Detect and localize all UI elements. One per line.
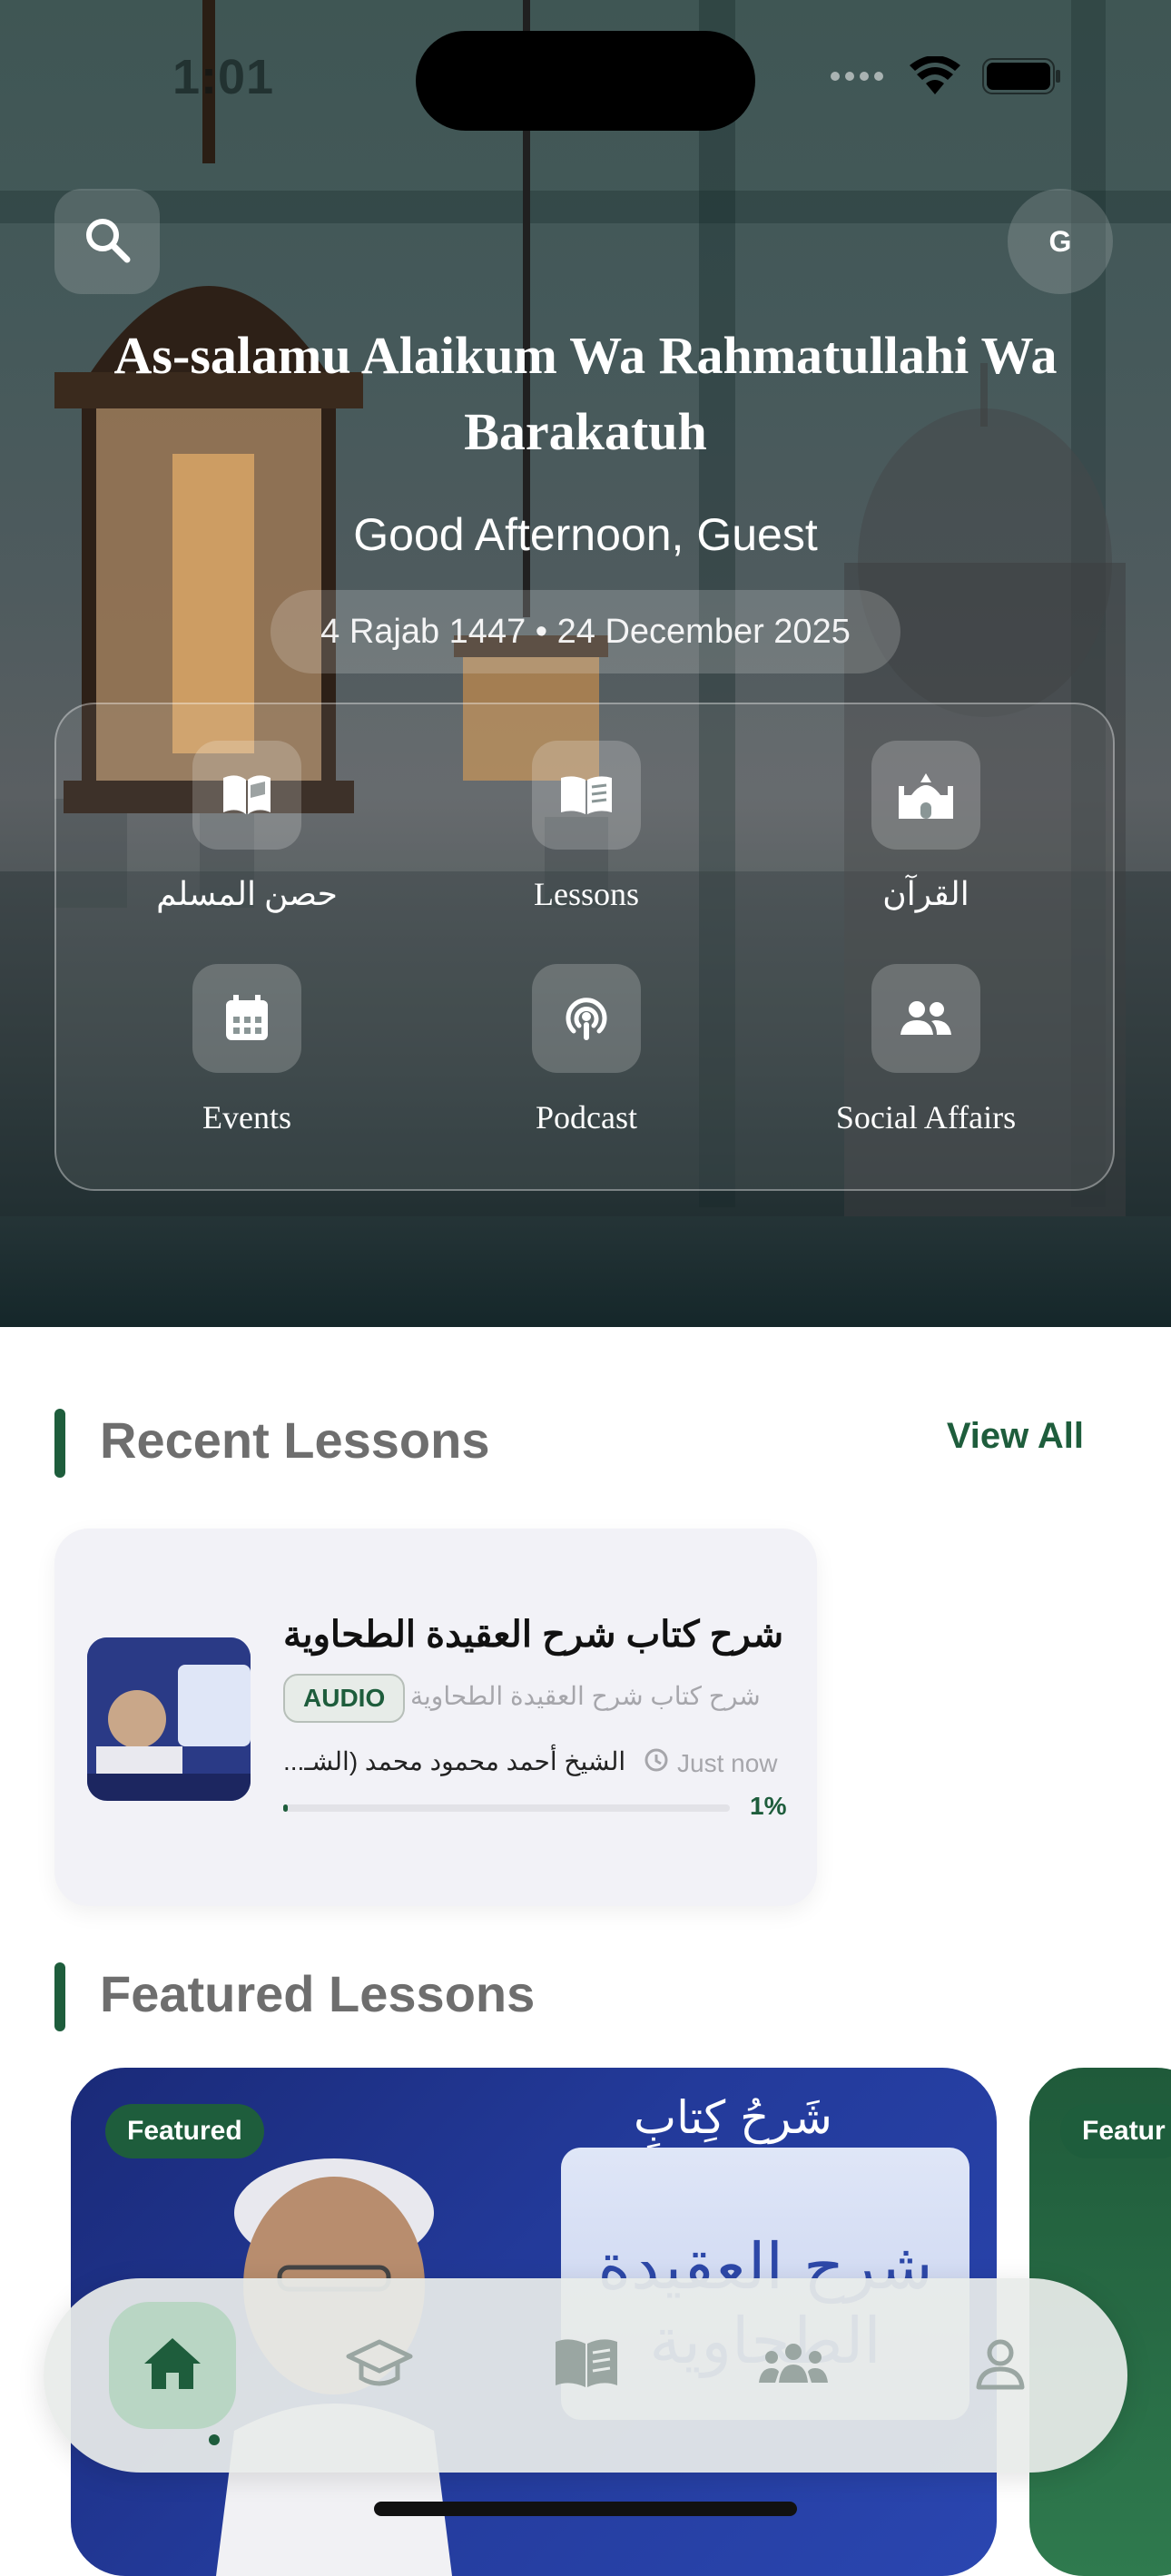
home-icon [141, 2335, 204, 2397]
quick-action-podcast[interactable]: Podcast [414, 964, 759, 1136]
section-accent-bar [54, 1962, 65, 2031]
avatar-button[interactable]: G [1008, 189, 1113, 294]
lesson-title: شرح كتاب شرح العقيدة الطحاوية [283, 1615, 784, 1655]
quick-action-label: القرآن [882, 876, 969, 912]
status-icons [830, 55, 1062, 101]
lesson-progress-fill [283, 1804, 288, 1812]
mosque-icon [871, 741, 980, 850]
audio-badge: AUDIO [283, 1674, 406, 1723]
search-icon [84, 216, 131, 268]
lesson-author: الشيخ أحمد محمود محمد (الشـ... [283, 1747, 626, 1775]
time-greeting: Good Afternoon, Guest [353, 509, 818, 560]
tab-profile[interactable] [937, 2302, 1064, 2429]
quick-action-label: Events [202, 1099, 291, 1136]
recent-lessons-title: Recent Lessons [100, 1411, 490, 1469]
section-accent-bar [54, 1409, 65, 1478]
tab-courses[interactable] [316, 2302, 443, 2429]
quick-action-quran[interactable]: القرآن [753, 741, 1098, 913]
quick-action-hisn-al-muslim[interactable]: حصن المسلم [74, 741, 419, 913]
profile-icon [973, 2336, 1028, 2395]
graduation-cap-icon [345, 2336, 414, 2395]
quick-action-label: Lessons [534, 876, 639, 912]
quick-action-social-affairs[interactable]: Social Affairs [753, 964, 1098, 1136]
search-button[interactable] [54, 189, 160, 294]
recent-lesson-card[interactable]: شرح كتاب شرح العقيدة الطحاوية AUDIO شرح … [54, 1529, 817, 1906]
featured-lessons-title: Featured Lessons [100, 1965, 536, 2022]
calendar-icon [192, 964, 301, 1073]
bottom-tab-bar [44, 2278, 1127, 2473]
featured-card-heading: شَرحُ كِتابِ [634, 2091, 832, 2144]
people-icon [871, 964, 980, 1073]
lesson-thumbnail [87, 1637, 251, 1801]
dynamic-island [416, 31, 755, 131]
book-icon [552, 2336, 621, 2395]
lesson-progress-bar [283, 1804, 730, 1812]
quick-action-label: حصن المسلم [156, 876, 338, 912]
wifi-icon [908, 55, 962, 101]
book-icon [532, 741, 641, 850]
battery-icon [982, 58, 1062, 99]
date-badge: 4 Rajab 1447 • 24 December 2025 [271, 590, 900, 673]
lesson-time-text: Just now [677, 1748, 778, 1777]
lesson-subtitle: شرح كتاب شرح العقيدة الطحاوية [410, 1682, 761, 1710]
hero-header: 1:01 G As-salamu Alaikum Wa Rahmatullahi… [0, 0, 1171, 1327]
salam-greeting: As-salamu Alaikum Wa Rahmatullahi Wa Bar… [113, 326, 1058, 461]
tab-community[interactable] [730, 2302, 857, 2429]
home-indicator [374, 2502, 797, 2516]
tab-home[interactable] [109, 2302, 236, 2429]
community-icon [757, 2341, 830, 2391]
featured-badge: Featured [105, 2104, 264, 2158]
quick-action-events[interactable]: Events [74, 964, 419, 1136]
featured-badge: Featur [1060, 2104, 1171, 2158]
lesson-progress-label: 1% [750, 1792, 787, 1820]
quick-action-label: Social Affairs [835, 1099, 1017, 1136]
quick-action-lessons[interactable]: Lessons [414, 741, 759, 913]
quick-action-label: Podcast [536, 1099, 637, 1136]
open-book-icon [192, 741, 301, 850]
signal-icon [830, 67, 888, 90]
view-all-link[interactable]: View All [947, 1416, 1084, 1457]
active-tab-indicator [209, 2434, 220, 2445]
status-bar: 1:01 [0, 0, 1171, 154]
lesson-time: Just now [643, 1746, 778, 1780]
status-time: 1:01 [172, 50, 275, 104]
quick-actions-panel: حصن المسلم Lessons القرآن Events Podcast [54, 703, 1115, 1191]
tab-library[interactable] [523, 2302, 650, 2429]
history-icon [643, 1746, 670, 1780]
podcast-icon [532, 964, 641, 1073]
